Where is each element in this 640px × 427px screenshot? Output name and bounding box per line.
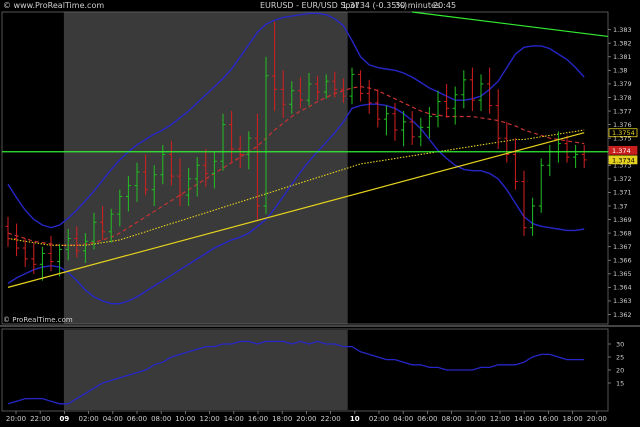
time-tick-label: 06:00 [417,415,437,423]
price-tick-label: 1.363 [613,297,632,305]
price-tick-label: 1.376 [613,121,632,129]
time-tick-label: 02:00 [369,415,389,423]
price-badges: 1.3754 1.37341.374 [608,128,638,165]
time-tick-label: 20:00 [587,415,607,423]
time-tick-label: 12:00 [490,415,510,423]
session-shading [63,12,348,410]
price-tick-label: 1.366 [613,257,632,265]
price-tick-label: 1.372 [613,175,632,183]
time-tick-label: 18:00 [563,415,583,423]
time-tick-label: 02:00 [79,415,99,423]
time-tick-label: 09 [60,415,70,423]
indicator-tick-label: 25 [616,353,624,361]
time-tick-label: 16:00 [538,415,558,423]
time-tick-label: 20:00 [6,415,26,423]
time-tick-label: 10 [350,415,360,423]
price-tick-label: 1.383 [613,26,632,34]
price-tick-label: 1.368 [613,229,632,237]
watermark: © ProRealTime.com [3,316,73,324]
indicator-tick-label: 30 [616,340,624,348]
time-tick-label: 12:00 [200,415,220,423]
price-badge-label: 1.374 [612,147,631,155]
session-shade-indicator [63,330,348,410]
price-tick-label: 1.38 [613,67,627,75]
price-tick-label: 1.377 [613,107,632,115]
price-tick-label: 1.381 [613,53,632,61]
price-tick-label: 1.362 [613,311,632,319]
time-tick-label: 14:00 [224,415,244,423]
time-tick-label: 18:00 [272,415,292,423]
time-tick-label: 08:00 [442,415,462,423]
time-tick-label: 22:00 [321,415,341,423]
price-badge-label: 1.3734 [612,156,635,164]
clock-label: 20:45 [433,1,456,10]
price-badge-label: 1.3754 [612,129,635,137]
time-tick-label: 04:00 [103,415,123,423]
indicator-tick-label: 20 [616,366,624,374]
price-tick-label: 1.369 [613,216,632,224]
price-tick-label: 1.367 [613,243,632,251]
time-tick-label: 06:00 [127,415,147,423]
indicator-tick-label: 15 [616,379,624,387]
price-tick-label: 1.364 [613,284,632,292]
time-tick-label: 10:00 [466,415,486,423]
time-tick-label: 08:00 [151,415,171,423]
chart-svg: © www.ProRealTime.com EURUSD - EUR/USD S… [0,0,640,427]
price-tick-label: 1.382 [613,40,632,48]
price-tick-label: 1.371 [613,189,632,197]
brand-text: © www.ProRealTime.com [3,1,104,10]
time-tick-label: 20:00 [296,415,316,423]
price-tick-label: 1.365 [613,270,632,278]
trading-chart: © www.ProRealTime.com EURUSD - EUR/USD S… [0,0,640,427]
time-tick-label: 10:00 [175,415,195,423]
price-tick-label: 1.37 [613,202,627,210]
time-tick-label: 16:00 [248,415,268,423]
time-tick-label: 22:00 [30,415,50,423]
time-tick-label: 04:00 [393,415,413,423]
price-tick-label: 1.379 [613,80,632,88]
time-tick-label: 14:00 [514,415,534,423]
price-tick-label: 1.378 [613,94,632,102]
